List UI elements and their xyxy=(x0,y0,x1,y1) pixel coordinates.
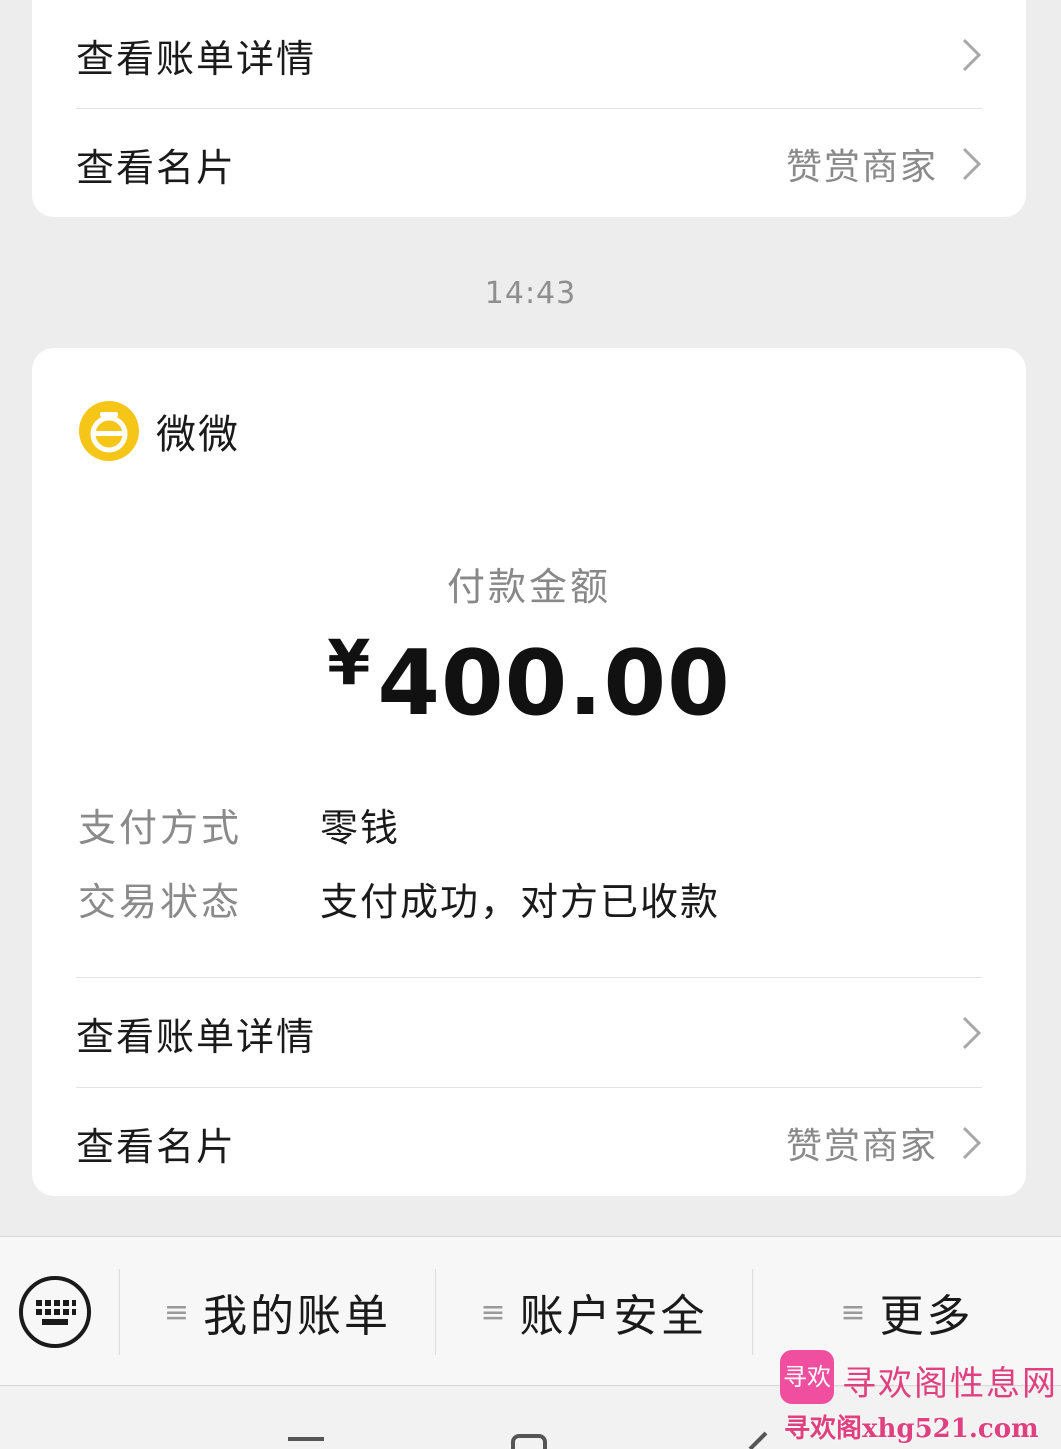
amount-label: 付款金额 xyxy=(446,565,611,609)
merchant-name: 微微 xyxy=(156,412,240,458)
watermark-title: 寻欢阁性息网 xyxy=(842,1364,1058,1404)
menu-more-label: 更多 xyxy=(879,1291,974,1342)
view-bill-details-row[interactable]: 查看账单详情 xyxy=(76,0,982,110)
watermark-url: 寻欢阁xhg521.com xyxy=(784,1414,1039,1444)
menu-lines-icon: ≡ xyxy=(840,1294,866,1330)
chevron-right-icon xyxy=(962,38,982,72)
tip-merchant-label: 赞赏商家 xyxy=(785,1126,938,1167)
previous-payment-card: 查看账单详情 查看名片 赞赏商家 xyxy=(32,0,1026,217)
transaction-status-value: 支付成功，对方已收款 xyxy=(320,879,721,924)
menu-lines-icon: ≡ xyxy=(480,1294,506,1330)
chevron-right-icon xyxy=(962,1016,982,1050)
payment-card: 微微 付款金额 ¥400.00 支付方式 零钱 交易状态 支付成功，对方已收款 … xyxy=(32,348,1026,1196)
menu-my-bills-label: 我的账单 xyxy=(203,1291,392,1342)
transaction-status-row: 交易状态 支付成功，对方已收款 xyxy=(78,870,720,926)
menu-account-security[interactable]: ≡ 账户安全 xyxy=(436,1237,752,1387)
chevron-right-icon xyxy=(962,147,982,181)
nav-back-icon[interactable] xyxy=(742,1431,772,1449)
merchant-logo-icon xyxy=(79,401,139,461)
view-business-card-row[interactable]: 查看名片 赞赏商家 xyxy=(76,1088,982,1198)
view-bill-details-label: 查看账单详情 xyxy=(76,36,317,81)
transaction-status-key: 交易状态 xyxy=(78,879,243,924)
chevron-right-icon xyxy=(962,1126,982,1160)
payment-method-key: 支付方式 xyxy=(78,805,243,850)
currency-symbol: ¥ xyxy=(327,626,372,699)
view-business-card-label: 查看名片 xyxy=(76,1124,237,1169)
site-watermark: 寻欢 寻欢阁性息网 寻欢阁xhg521.com xyxy=(778,1346,1061,1449)
tip-merchant-label: 赞赏商家 xyxy=(785,147,938,188)
amount-value: 400.00 xyxy=(377,631,731,736)
payment-method-row: 支付方式 零钱 xyxy=(78,796,400,852)
menu-my-bills[interactable]: ≡ 我的账单 xyxy=(120,1237,435,1387)
view-business-card-row[interactable]: 查看名片 赞赏商家 xyxy=(76,109,982,219)
nav-home-icon[interactable] xyxy=(510,1433,548,1449)
view-bill-details-row[interactable]: 查看账单详情 xyxy=(76,978,982,1088)
menu-lines-icon: ≡ xyxy=(163,1294,190,1330)
menu-account-security-label: 账户安全 xyxy=(519,1291,708,1342)
view-bill-details-label: 查看账单详情 xyxy=(76,1014,317,1059)
payment-method-value: 零钱 xyxy=(320,805,401,850)
nav-menu-icon[interactable] xyxy=(286,1435,326,1449)
view-business-card-label: 查看名片 xyxy=(76,145,237,190)
merchant-header[interactable]: 微微 xyxy=(78,400,240,462)
watermark-logo: 寻欢 xyxy=(780,1350,834,1404)
message-timestamp: 14:43 xyxy=(484,276,577,311)
payment-amount: ¥400.00 xyxy=(32,626,1026,736)
keyboard-icon[interactable] xyxy=(18,1275,92,1349)
